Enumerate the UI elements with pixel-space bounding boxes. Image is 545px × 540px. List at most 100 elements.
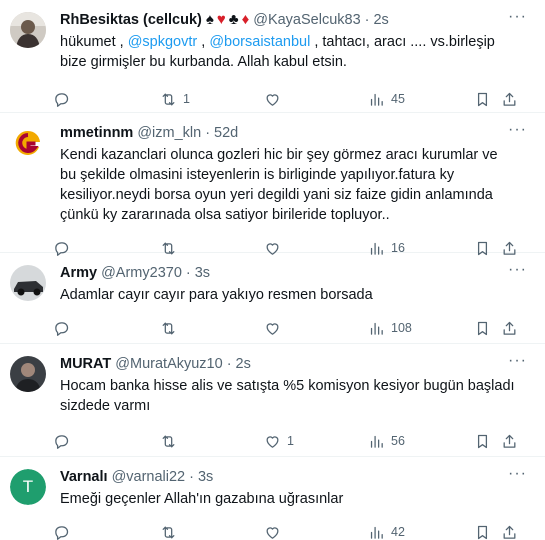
avatar[interactable]: T xyxy=(10,469,46,505)
reply-icon xyxy=(55,92,69,107)
like-icon xyxy=(266,526,279,539)
club-icon: ♣ xyxy=(228,11,239,28)
timestamp[interactable]: 2s xyxy=(236,354,251,374)
handle[interactable]: @KayaSelcuk83 xyxy=(253,10,360,30)
like-button[interactable] xyxy=(264,91,287,108)
tweet[interactable]: MURAT @MuratAkyuz10 · 2s ··· Hocam banka… xyxy=(0,344,545,457)
display-name[interactable]: RhBesiktas (cellcuk) xyxy=(60,10,202,30)
retweet-button[interactable] xyxy=(160,524,183,540)
tweet-header: MURAT @MuratAkyuz10 · 2s xyxy=(60,354,531,374)
reply-button[interactable] xyxy=(53,524,76,540)
person-photo-icon xyxy=(10,356,46,392)
views-icon xyxy=(370,435,383,448)
reply-feed: RhBesiktas (cellcuk) ♠ ♥ ♣ ♦ @KayaSelcuk… xyxy=(0,0,545,540)
views-button[interactable]: 42 xyxy=(368,524,405,540)
like-icon xyxy=(266,435,279,448)
tweet-header: mmetinnm @izm_kln · 52d xyxy=(60,123,531,143)
tweet-header: RhBesiktas (cellcuk) ♠ ♥ ♣ ♦ @KayaSelcuk… xyxy=(60,10,531,30)
like-button[interactable]: 1 xyxy=(264,433,294,450)
reply-button[interactable] xyxy=(53,320,76,337)
diamond-icon: ♦ xyxy=(241,11,250,28)
share-icon xyxy=(503,321,516,335)
views-icon xyxy=(370,322,383,335)
reply-button[interactable] xyxy=(53,91,76,108)
bookmark-icon xyxy=(477,525,488,539)
timestamp[interactable]: 3s xyxy=(198,467,213,487)
bookmark-button[interactable] xyxy=(474,320,491,337)
bookmark-button[interactable] xyxy=(474,91,491,108)
tweet-actions: 1 45 xyxy=(55,82,531,116)
share-icon xyxy=(503,92,516,106)
bookmark-button[interactable] xyxy=(474,433,491,450)
share-button[interactable] xyxy=(501,91,518,108)
separator-dot: · xyxy=(185,265,191,281)
retweet-button[interactable]: 1 xyxy=(160,91,190,108)
tweet-text: Hocam banka hisse alis ve satışta %5 kom… xyxy=(60,378,515,414)
tweet[interactable]: mmetinnm @izm_kln · 52d ··· Kendi kazanc… xyxy=(0,113,545,256)
share-button[interactable] xyxy=(501,433,518,450)
handle[interactable]: @Army2370 xyxy=(101,263,182,283)
timestamp[interactable]: 3s xyxy=(195,263,210,283)
reply-icon xyxy=(55,525,69,540)
more-icon[interactable]: ··· xyxy=(508,352,527,370)
like-button[interactable] xyxy=(264,524,287,540)
tweet-text: Kendi kazanclari olunca gozleri hic bir … xyxy=(60,147,498,223)
display-name[interactable]: mmetinnm xyxy=(60,123,133,143)
more-icon[interactable]: ··· xyxy=(508,261,527,279)
like-icon xyxy=(266,93,279,106)
views-button[interactable]: 108 xyxy=(368,320,412,337)
reply-button[interactable] xyxy=(53,433,76,450)
display-name[interactable]: Varnalı xyxy=(60,467,108,487)
tweet[interactable]: RhBesiktas (cellcuk) ♠ ♥ ♣ ♦ @KayaSelcuk… xyxy=(0,0,545,113)
tweet[interactable]: Army @Army2370 · 3s ··· Adamlar cayır ca… xyxy=(0,253,545,344)
handle[interactable]: @varnali22 xyxy=(112,467,186,487)
retweet-icon xyxy=(162,435,175,447)
bookmark-icon xyxy=(477,92,488,106)
mention-link[interactable]: @spkgovtr xyxy=(128,34,198,50)
handle[interactable]: @izm_kln xyxy=(137,123,201,143)
share-button[interactable] xyxy=(501,320,518,337)
timestamp[interactable]: 52d xyxy=(214,123,238,143)
separator-dot: · xyxy=(226,356,232,372)
avatar-letter: T xyxy=(10,469,46,505)
views-button[interactable]: 45 xyxy=(368,91,405,108)
avatar[interactable] xyxy=(10,356,46,392)
retweet-icon xyxy=(162,322,175,334)
separator-dot: · xyxy=(364,12,370,28)
more-icon[interactable]: ··· xyxy=(508,8,527,26)
display-name[interactable]: MURAT xyxy=(60,354,111,374)
views-icon xyxy=(370,526,383,539)
views-button[interactable]: 56 xyxy=(368,433,405,450)
heart-suit-icon: ♥ xyxy=(216,11,226,28)
handle[interactable]: @MuratAkyuz10 xyxy=(115,354,222,374)
tweet-text: hükumet , @spkgovtr , @borsaistanbul , t… xyxy=(60,34,495,70)
avatar[interactable] xyxy=(10,125,46,161)
more-icon[interactable]: ··· xyxy=(508,465,527,483)
retweet-button[interactable] xyxy=(160,433,183,450)
retweet-button[interactable] xyxy=(160,320,183,337)
views-icon xyxy=(370,93,383,106)
mention-link[interactable]: @borsaistanbul xyxy=(209,34,310,50)
car-photo-icon xyxy=(10,265,46,301)
tweet-text: Adamlar cayır cayır para yakıyo resmen b… xyxy=(60,287,373,303)
share-button[interactable] xyxy=(501,524,518,540)
tweet[interactable]: T Varnalı @varnali22 · 3s ··· Emeği geçe… xyxy=(0,457,545,540)
share-icon xyxy=(503,525,516,539)
retweet-icon xyxy=(162,526,175,538)
tweet-actions: 1 56 xyxy=(55,424,531,458)
display-name[interactable]: Army xyxy=(60,263,97,283)
name-emoji: ♠ ♥ ♣ ♦ xyxy=(206,10,249,30)
avatar[interactable] xyxy=(10,265,46,301)
timestamp[interactable]: 2s xyxy=(373,10,388,30)
galatasaray-logo-icon xyxy=(10,125,46,161)
tweet-actions: 42 xyxy=(55,515,531,540)
like-button[interactable] xyxy=(264,320,287,337)
avatar[interactable] xyxy=(10,12,46,48)
reply-icon xyxy=(55,434,69,449)
tweet-header: Varnalı @varnali22 · 3s xyxy=(60,467,531,487)
tweet-text: Emeği geçenler Allah'ın gazabına uğrasın… xyxy=(60,491,344,507)
bookmark-icon xyxy=(477,434,488,448)
reply-icon xyxy=(55,321,69,336)
more-icon[interactable]: ··· xyxy=(508,121,527,139)
bookmark-button[interactable] xyxy=(474,524,491,540)
